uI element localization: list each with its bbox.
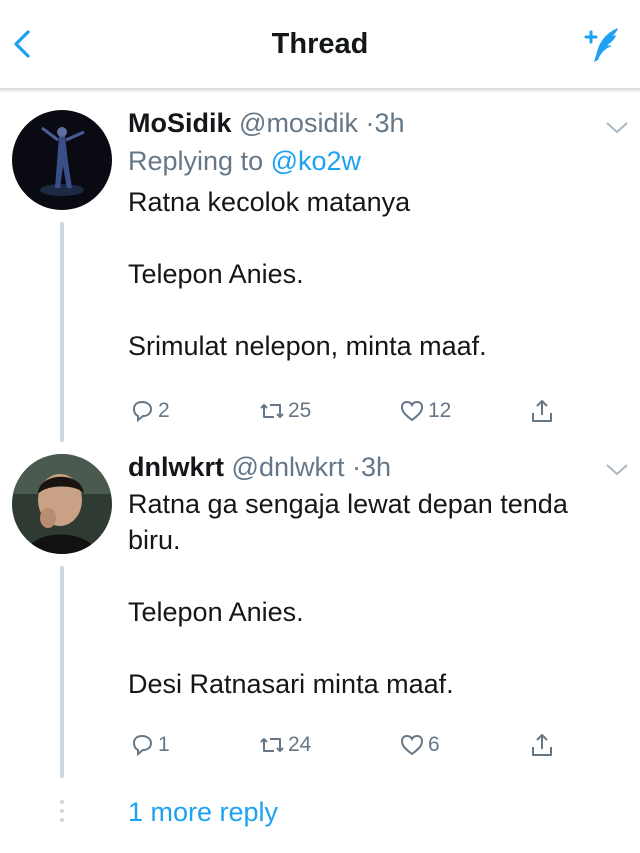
compose-tweet-icon (584, 28, 618, 62)
tweet-paragraph: Telepon Anies. (128, 597, 304, 627)
more-replies-link[interactable]: 1 more reply (128, 797, 278, 828)
tweet-actions: 1 24 6 (128, 727, 588, 763)
like-count: 12 (428, 399, 452, 422)
replying-prefix: Replying to (128, 146, 264, 176)
tweet-paragraph: Ratna kecolok matanya (128, 187, 411, 217)
tweet-paragraph: Desi Ratnasari minta maaf. (128, 669, 454, 699)
thread-line (60, 566, 64, 778)
share-icon (532, 400, 552, 422)
more-replies-dots (60, 800, 64, 827)
heart-icon (400, 734, 424, 756)
retweet-button[interactable]: 25 (258, 393, 311, 429)
retweet-button[interactable]: 24 (258, 727, 311, 763)
tweet-actions: 2 25 12 (128, 393, 588, 429)
avatar-mosidik[interactable] (12, 110, 112, 210)
chevron-down-icon[interactable] (604, 462, 630, 478)
retweet-count: 25 (288, 399, 312, 422)
compose-tweet-button[interactable] (580, 24, 624, 68)
tweet-meta: MoSidik @mosidik ·3h (128, 106, 600, 140)
page-title: Thread (271, 28, 369, 60)
chevron-down-icon[interactable] (604, 120, 630, 136)
retweet-icon (260, 404, 284, 418)
like-count: 6 (428, 733, 440, 756)
mention-link[interactable]: @ko2w (271, 146, 361, 176)
reply-button[interactable]: 2 (128, 393, 170, 429)
reply-icon (132, 734, 153, 757)
display-name[interactable]: dnlwkrt (128, 452, 224, 482)
reply-button[interactable]: 1 (128, 727, 170, 763)
replying-to: Replying to @ko2w (128, 144, 600, 178)
retweet-icon (260, 738, 284, 752)
user-handle[interactable]: @dnlwkrt (232, 452, 345, 482)
separator-dot: · (351, 452, 361, 482)
tweet-time[interactable]: 3h (361, 452, 391, 482)
heart-icon (400, 400, 424, 422)
tweet-text: Ratna ga sengaja lewat depan tenda biru.… (128, 486, 600, 702)
tweet-time[interactable]: 3h (374, 108, 404, 138)
tweet-paragraph: Srimulat nelepon, minta maaf. (128, 331, 487, 361)
retweet-count: 24 (288, 733, 312, 756)
like-button[interactable]: 6 (398, 727, 440, 763)
thread-line (60, 222, 64, 442)
reply-count: 2 (158, 399, 170, 422)
tweet-meta: dnlwkrt @dnlwkrt ·3h (128, 450, 600, 484)
share-icon (532, 734, 552, 756)
reply-count: 1 (158, 733, 170, 756)
share-button[interactable] (528, 727, 558, 763)
top-bar: Thread (0, 0, 640, 90)
reply-icon (132, 400, 153, 423)
tweet-text: Ratna kecolok matanya Telepon Anies. Sri… (128, 184, 600, 364)
like-button[interactable]: 12 (398, 393, 451, 429)
avatar-dnlwkrt[interactable] (12, 454, 112, 554)
tweet-paragraph: Ratna ga sengaja lewat depan tenda biru. (128, 489, 568, 555)
tweet-paragraph: Telepon Anies. (128, 259, 304, 289)
display-name[interactable]: MoSidik (128, 108, 232, 138)
share-button[interactable] (528, 393, 558, 429)
user-handle[interactable]: @mosidik (239, 108, 358, 138)
